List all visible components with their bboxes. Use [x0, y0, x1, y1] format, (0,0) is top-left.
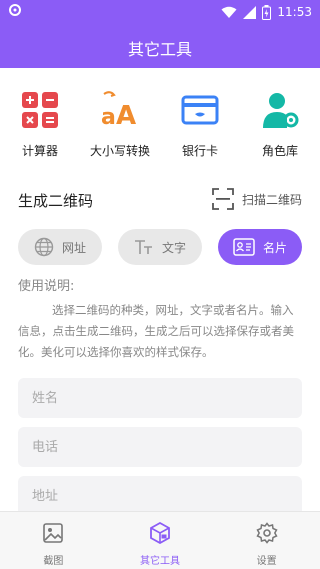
type-label: 名片: [262, 240, 287, 255]
bottom-nav: 截图 其它工具 设置: [0, 511, 320, 569]
nav-screenshot[interactable]: 截图: [0, 512, 107, 569]
settings-gear-icon: [256, 522, 278, 544]
app-bar: 其它工具: [0, 24, 320, 68]
qr-type-selector: 网址 文字 名片: [18, 229, 302, 265]
case-convert-icon: a A: [101, 91, 136, 131]
type-url-button[interactable]: 网址: [18, 229, 102, 265]
usage-title: 使用说明:: [18, 279, 75, 294]
tool-bank-card[interactable]: 银行卡: [160, 90, 240, 160]
address-field[interactable]: [18, 476, 302, 516]
status-bar: 11:53: [0, 0, 320, 24]
tool-grid: 计算器 a A 大小写转换 银行卡 角色库: [0, 90, 320, 160]
battery-icon: [262, 4, 272, 20]
type-text-button[interactable]: 文字: [118, 229, 202, 265]
text-icon: [134, 240, 152, 254]
nav-label: 其它工具: [140, 556, 180, 567]
tool-label: 角色库: [261, 144, 298, 158]
tool-case-convert[interactable]: a A 大小写转换: [80, 90, 160, 160]
tool-label: 计算器: [21, 144, 58, 158]
type-card-button[interactable]: 名片: [218, 229, 302, 265]
qr-section-header: 生成二维码 扫描二维码: [18, 188, 302, 212]
tool-role-library[interactable]: 角色库: [240, 90, 320, 160]
tool-label: 大小写转换: [89, 144, 150, 158]
scan-icon: [212, 188, 234, 210]
scan-qr-button[interactable]: 扫描二维码: [212, 188, 302, 210]
card-icon: [233, 238, 255, 256]
type-label: 文字: [161, 240, 186, 255]
wifi-icon: [221, 6, 237, 18]
nav-label: 截图: [43, 556, 64, 567]
svg-text:A: A: [116, 101, 136, 130]
screenshot-icon: [43, 523, 64, 543]
qr-title: 生成二维码: [18, 192, 94, 210]
svg-text:a: a: [101, 105, 116, 130]
nav-other-tools[interactable]: 其它工具: [107, 512, 214, 569]
name-field[interactable]: [18, 378, 302, 418]
page-title: 其它工具: [127, 40, 192, 59]
tool-label: 银行卡: [181, 144, 218, 158]
nav-label: 设置: [256, 556, 277, 567]
scan-label: 扫描二维码: [241, 192, 302, 207]
tools-box-icon: [150, 521, 170, 545]
nav-settings[interactable]: 设置: [213, 512, 320, 569]
tool-calculator[interactable]: 计算器: [0, 90, 80, 160]
type-label: 网址: [61, 240, 86, 255]
role-library-icon: [263, 93, 299, 128]
usage-text: 选择二维码的种类，网址，文字或者名片。输入信息，点击生成二维码，生成之后可以选择…: [18, 303, 294, 359]
phone-field[interactable]: [18, 427, 302, 467]
globe-icon: [34, 237, 54, 257]
location-icon: [9, 4, 21, 16]
bank-card-icon: [181, 95, 219, 125]
status-time: 11:53: [277, 5, 312, 19]
calculator-icon: [22, 92, 58, 128]
cell-signal-icon: [243, 5, 257, 19]
